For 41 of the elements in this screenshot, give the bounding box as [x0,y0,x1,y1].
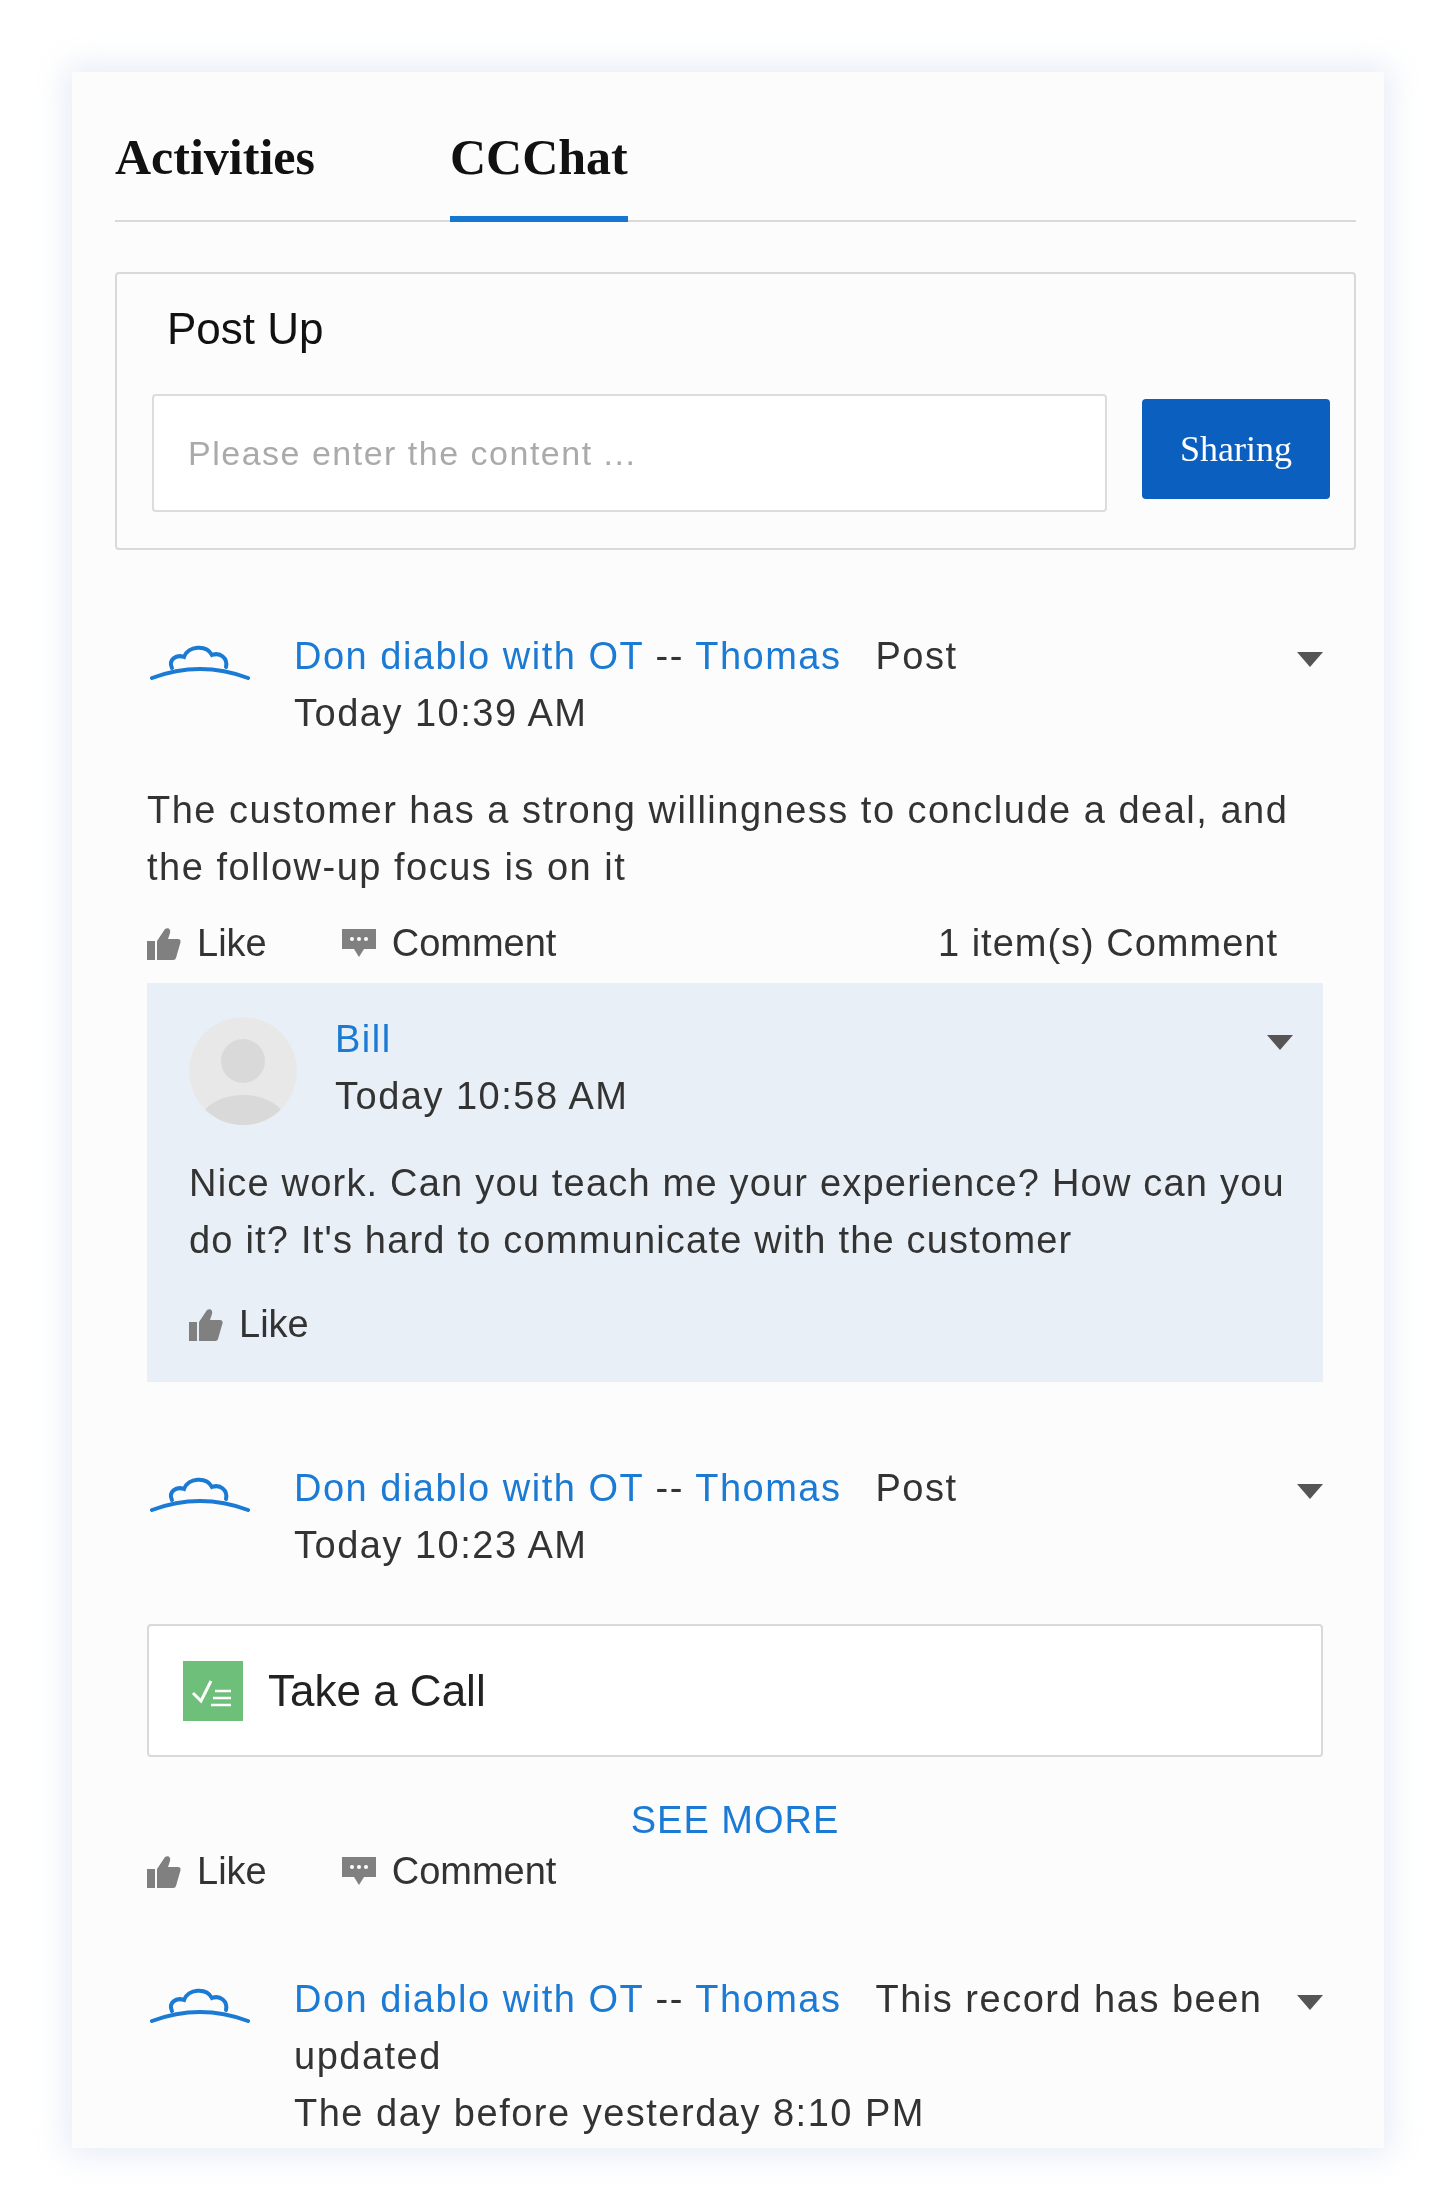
thumbs-up-icon[interactable] [189,1307,223,1342]
post-time: Today 10:39 AM [294,691,589,736]
comment-button[interactable]: Comment [341,1850,557,1893]
person-link[interactable]: Thomas [695,1978,842,2020]
company-link[interactable]: Don diablo with OT [294,1467,644,1509]
company-link[interactable]: Don diablo with OT [294,1978,644,2020]
task-attachment[interactable]: Take a Call [147,1624,1323,1757]
comment-icon[interactable] [341,928,376,959]
post-time: Today 10:23 AM [294,1523,589,1568]
like-button[interactable]: Like [189,1303,309,1346]
post-time: The day before yesterday 8:10 PM [294,2091,926,2136]
thumbs-up-icon[interactable] [147,926,181,961]
comment-icon[interactable] [341,1856,376,1887]
tab[interactable]: Activities [115,127,315,222]
post-text: The customer has a strong willingness to conclude a deal, and the follow-up focus is on it [147,788,1290,890]
tab[interactable]: CCChat [449,127,628,222]
content-input-field[interactable]: Please enter the content ... [152,394,1107,512]
see-more-link[interactable]: SEE MORE [630,1799,840,1841]
like-button[interactable]: Like [147,922,267,965]
like-button[interactable]: Like [147,1850,267,1893]
comment-text: Nice work. Can you teach me your experience? How can you do it? It's hard to communicate with the customer [189,1161,1286,1263]
comment-count: 1 item(s) Comment [937,922,1278,965]
company-link[interactable]: Don diablo with OT [294,635,644,677]
caret-icon[interactable] [1297,1995,1323,2011]
caret-icon[interactable] [1297,652,1323,668]
post-heading: Don diablo with OT -- Thomas This record has been updated [294,1977,1264,2079]
person-link[interactable]: Thomas [695,635,842,677]
post-heading: Don diablo with OT -- Thomas Post [294,634,959,679]
avatar-icon [189,1017,297,1125]
composer-title: Post Up [167,304,325,354]
person-link[interactable]: Thomas [695,1467,842,1509]
caret-icon[interactable] [1297,1484,1323,1500]
comment-button[interactable]: Comment [341,922,557,965]
thumbs-up-icon[interactable] [147,1854,181,1889]
sharing-button[interactable]: Sharing [1142,399,1330,499]
task-icon [183,1660,243,1721]
post-heading: Don diablo with OT -- Thomas Post [294,1466,959,1511]
caret-icon[interactable] [1267,1035,1293,1051]
comment-time: Today 10:58 AM [335,1074,630,1119]
attachment-title: Take a Call [268,1665,486,1716]
commenter-link[interactable]: Bill [335,1018,392,1060]
